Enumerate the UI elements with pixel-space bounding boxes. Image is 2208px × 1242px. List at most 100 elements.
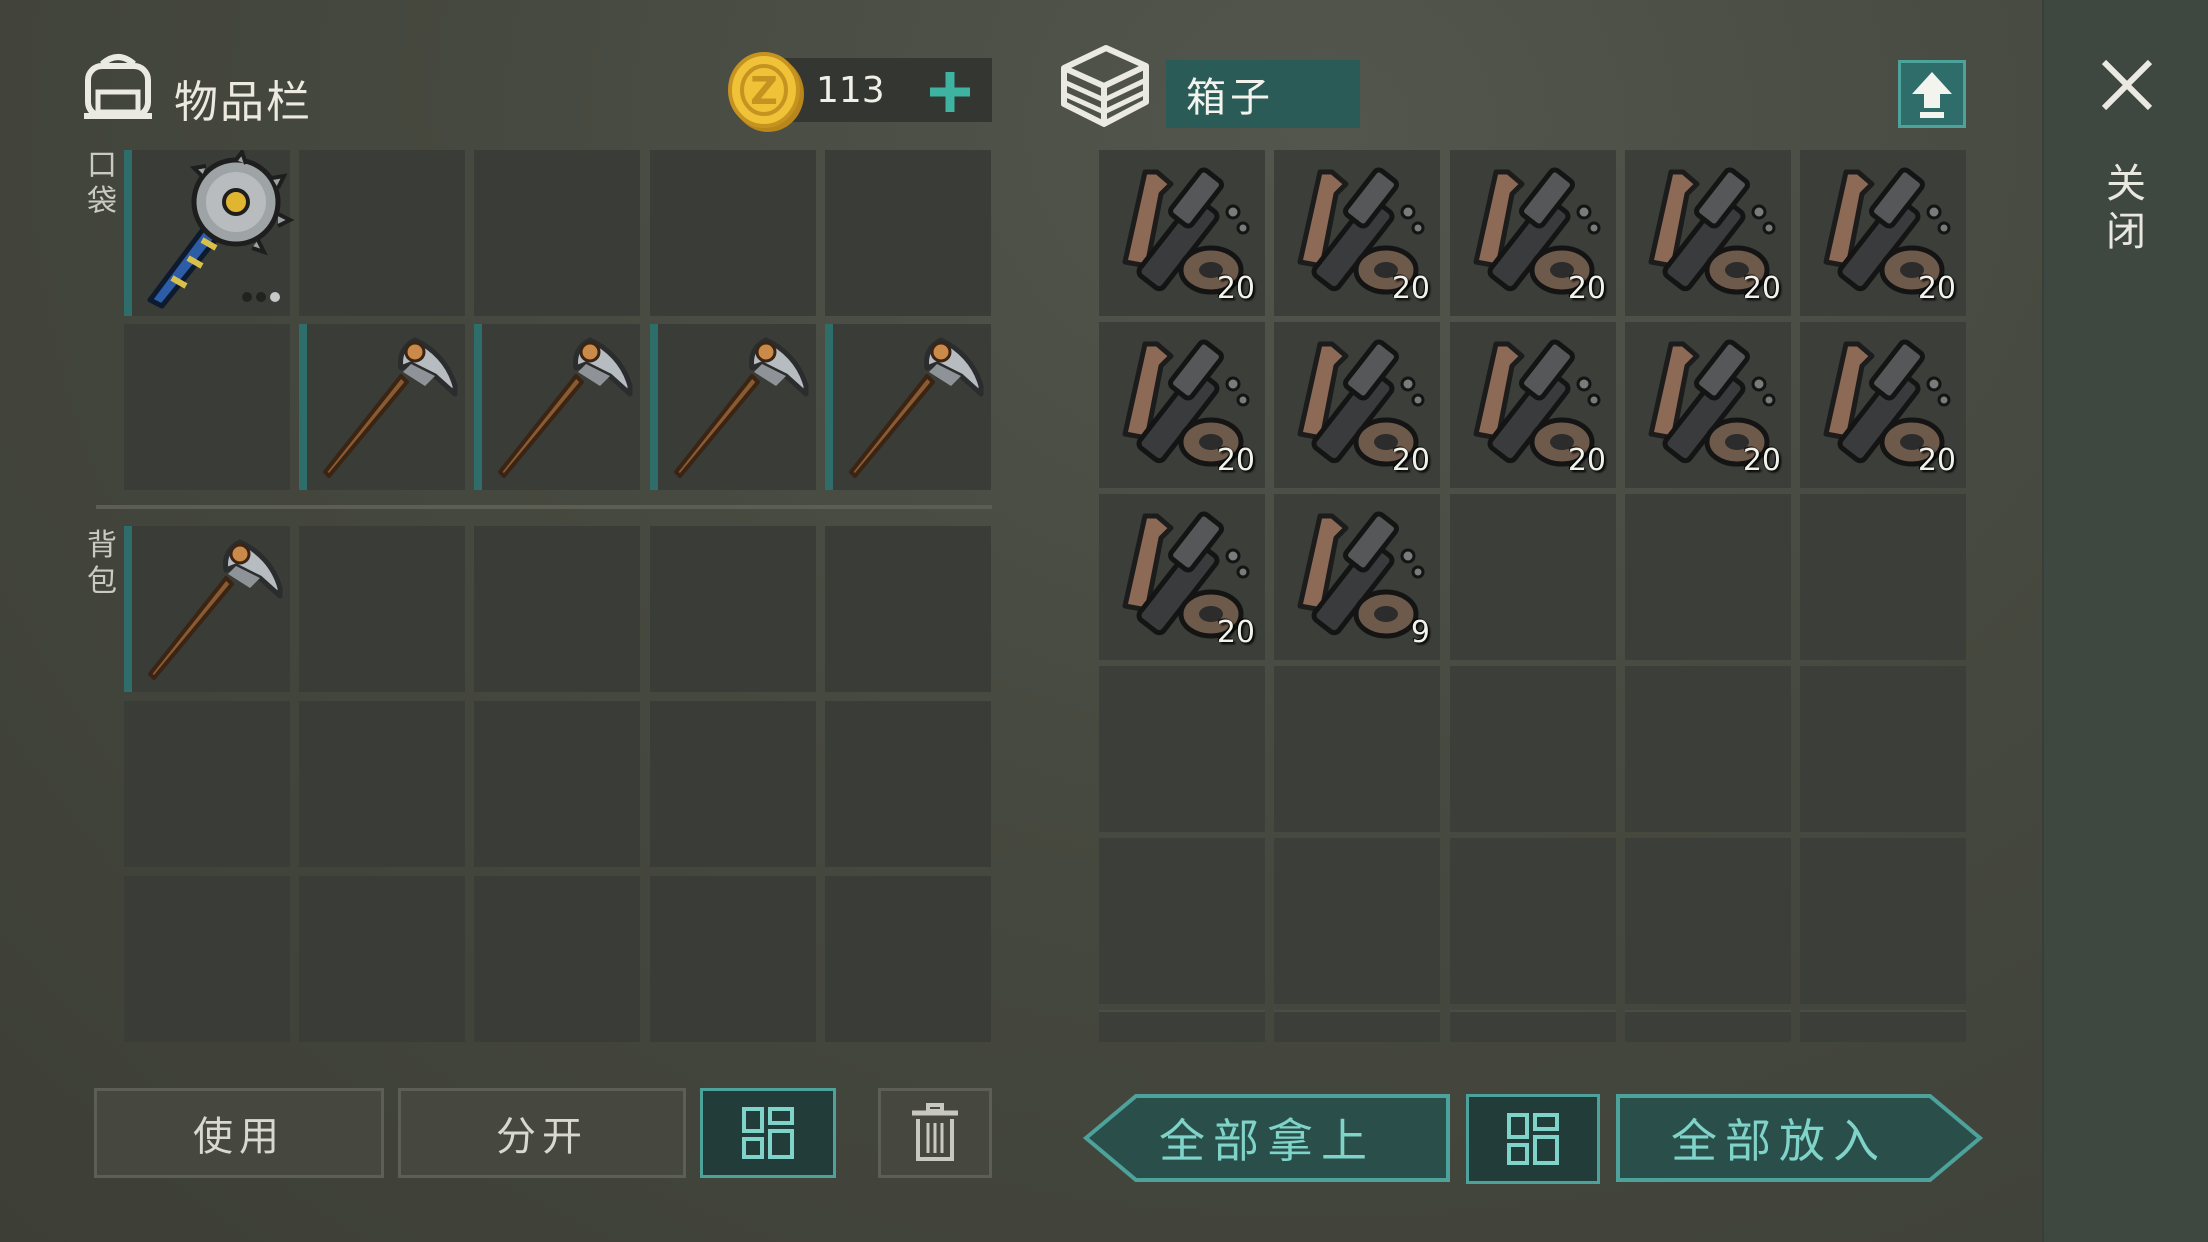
chest-slot[interactable]: 9 [1274,494,1440,660]
stack-count: 20 [1391,443,1430,478]
sort-grid-icon [1507,1113,1559,1165]
inventory-slot[interactable] [299,150,465,316]
pickaxe-icon [482,324,648,490]
stack-count: 20 [1391,271,1430,306]
chest-slot[interactable] [1800,666,1966,832]
stack-count: 20 [1742,271,1781,306]
chest-slot[interactable] [1450,666,1616,832]
trash-icon [912,1103,958,1161]
stack-count: 9 [1410,615,1430,650]
chest-slot[interactable]: 20 [1800,322,1966,488]
inventory-slot[interactable] [650,324,816,490]
split-button[interactable]: 分开 [398,1088,686,1178]
plus-icon [930,72,970,112]
chest-slot[interactable] [1274,666,1440,832]
put-all-button[interactable]: 全部放入 [1614,1092,1984,1184]
upload-arrow-icon [1912,72,1952,118]
pickaxe-icon [658,324,824,490]
chest-slot[interactable]: 20 [1625,150,1791,316]
close-icon [2101,59,2153,111]
stack-count: 20 [1917,271,1956,306]
durability-dots [238,287,280,306]
inventory-slot[interactable] [299,701,465,867]
inventory-slot[interactable] [124,150,290,316]
inventory-slot[interactable] [299,324,465,490]
inventory-slot[interactable] [299,526,465,692]
put-all-label: 全部放入 [1671,1114,1887,1168]
pickaxe-icon [132,526,298,692]
inventory-slot[interactable] [474,876,640,1042]
sort-grid-icon [742,1107,794,1159]
inventory-slot[interactable] [124,876,290,1042]
inventory-slot[interactable] [825,150,991,316]
chest-slot[interactable] [1625,494,1791,660]
chest-slot[interactable] [1450,838,1616,1004]
chest-slot[interactable] [1450,1010,1616,1042]
chest-slot[interactable] [1450,494,1616,660]
inventory-slot[interactable] [650,701,816,867]
inventory-slot[interactable] [650,526,816,692]
inventory-slot[interactable] [650,876,816,1042]
close-button[interactable] [2098,56,2156,114]
chest-slot[interactable]: 20 [1099,150,1265,316]
inventory-slot[interactable] [474,150,640,316]
close-label: 关闭 [2106,161,2146,255]
chest-slot[interactable] [1099,666,1265,832]
chest-slot[interactable] [1099,838,1265,1004]
stack-count: 20 [1216,271,1255,306]
chest-slot[interactable] [1625,1010,1791,1042]
chest-slot[interactable] [1800,838,1966,1004]
coin-count: 113 [816,70,885,111]
backpack-label: 背包 [87,528,117,599]
chest-slot[interactable]: 20 [1625,322,1791,488]
stack-count: 20 [1742,443,1781,478]
chest-slot[interactable] [1274,838,1440,1004]
inventory-slot[interactable] [825,876,991,1042]
add-coins-button[interactable] [926,68,974,116]
stack-count: 20 [1567,271,1606,306]
inventory-slot[interactable] [299,876,465,1042]
sort-inventory-button[interactable] [700,1088,836,1178]
inventory-slot[interactable] [124,324,290,490]
chest-slot[interactable]: 20 [1274,322,1440,488]
use-button[interactable]: 使用 [94,1088,384,1178]
chest-slot[interactable] [1625,666,1791,832]
chest-slot[interactable] [1625,838,1791,1004]
stack-count: 20 [1216,615,1255,650]
chest-name: 箱子 [1166,60,1360,128]
inventory-slot[interactable] [124,701,290,867]
chest-slot[interactable]: 20 [1099,322,1265,488]
take-all-label: 全部拿上 [1159,1114,1375,1168]
pickaxe-icon [307,324,473,490]
chest-slot[interactable]: 20 [1450,322,1616,488]
inventory-slot[interactable] [825,701,991,867]
stack-count: 20 [1216,443,1255,478]
coin-icon: Z [726,50,806,134]
take-all-button[interactable]: 全部拿上 [1082,1092,1452,1184]
upload-button[interactable] [1898,60,1966,128]
section-divider [96,505,992,509]
chest-slot[interactable]: 20 [1800,150,1966,316]
backpack-icon [80,50,156,122]
trash-button[interactable] [878,1088,992,1178]
chest-slot[interactable] [1800,1010,1966,1042]
chest-slot[interactable] [1800,494,1966,660]
sort-chest-button[interactable] [1466,1094,1600,1184]
chest-slot[interactable] [1099,1010,1265,1042]
chest-slot[interactable]: 20 [1274,150,1440,316]
chest-slot[interactable]: 20 [1450,150,1616,316]
inventory-slot[interactable] [124,526,290,692]
svg-text:Z: Z [750,69,778,113]
pickaxe-icon [833,324,999,490]
chest-icon [1058,42,1152,132]
inventory-slot[interactable] [474,324,640,490]
inventory-slot[interactable] [825,526,991,692]
chest-slot[interactable]: 20 [1099,494,1265,660]
pocket-label: 口袋 [87,148,117,219]
inventory-slot[interactable] [474,526,640,692]
inventory-slot[interactable] [825,324,991,490]
chest-slot[interactable] [1274,1010,1440,1042]
inventory-slot[interactable] [650,150,816,316]
inventory-slot[interactable] [474,701,640,867]
stack-count: 20 [1567,443,1606,478]
